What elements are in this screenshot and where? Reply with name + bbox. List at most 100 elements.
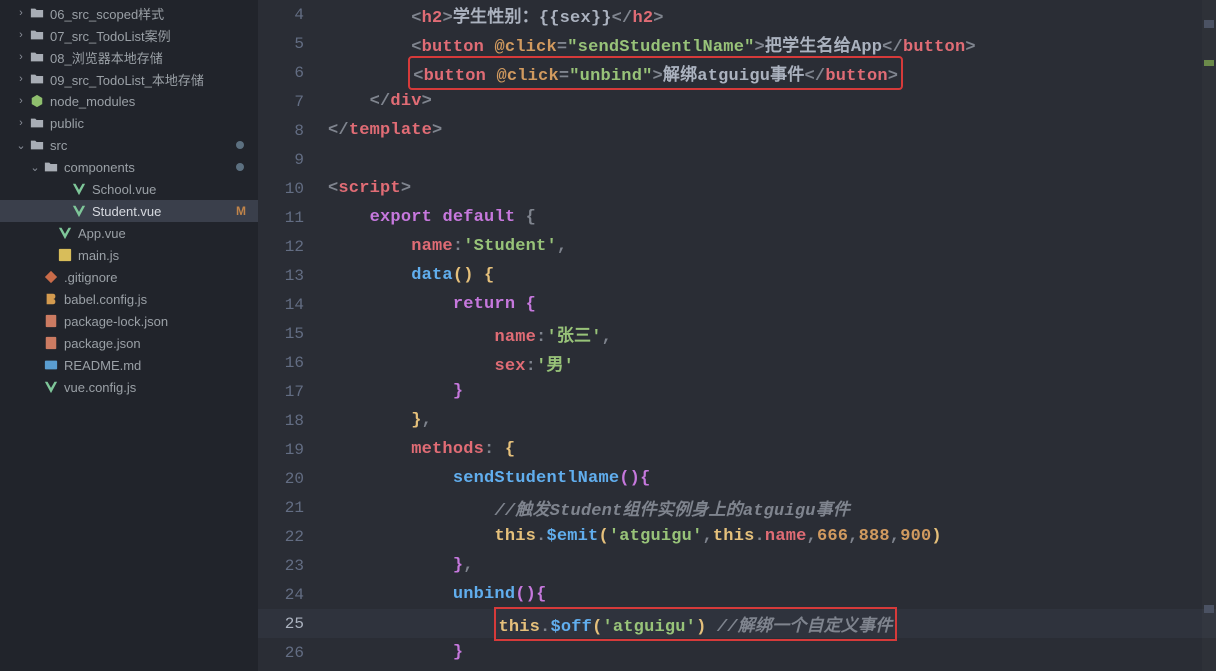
code-content[interactable]: this.$emit('atguigu',this.name,666,888,9… (328, 527, 942, 546)
code-line[interactable]: 11 export default { (258, 203, 1216, 232)
code-content[interactable]: <button @click="sendStudentlName">把学生名给A… (328, 31, 976, 57)
file-label: School.vue (92, 182, 156, 197)
line-number: 17 (258, 383, 328, 401)
sidebar-item-src[interactable]: ⌄src (0, 134, 258, 156)
code-content[interactable]: } (328, 382, 463, 401)
code-editor[interactable]: 4 <h2>学生性别：{{sex}}</h2>5 <button @click=… (258, 0, 1216, 671)
code-line[interactable]: 9 (258, 145, 1216, 174)
code-content[interactable]: </template> (328, 121, 442, 140)
code-line[interactable]: 10<script> (258, 174, 1216, 203)
chevron-icon[interactable]: › (14, 95, 28, 107)
line-number: 5 (258, 35, 328, 53)
sidebar-item-babel-config-js[interactable]: babel.config.js (0, 288, 258, 310)
line-number: 21 (258, 499, 328, 517)
code-content[interactable]: name:'张三', (328, 321, 612, 347)
chevron-icon[interactable]: › (14, 7, 28, 19)
code-line[interactable]: 23 }, (258, 551, 1216, 580)
code-tokens: sendStudentlName(){ (453, 469, 651, 488)
code-line[interactable]: 21 //触发Student组件实例身上的atguigu事件 (258, 493, 1216, 522)
sidebar-item-package-lock-json[interactable]: package-lock.json (0, 310, 258, 332)
code-content[interactable]: methods: { (328, 440, 515, 459)
folder-icon (28, 138, 46, 152)
code-line[interactable]: 18 }, (258, 406, 1216, 435)
code-line[interactable]: 26 } (258, 638, 1216, 667)
code-content[interactable]: } (328, 643, 463, 662)
code-content[interactable]: //触发Student组件实例身上的atguigu事件 (328, 495, 850, 521)
code-content[interactable]: <button @click="unbind">解绑atguigu事件</but… (328, 59, 900, 87)
code-line[interactable]: 6 <button @click="unbind">解绑atguigu事件</b… (258, 58, 1216, 87)
chevron-icon[interactable]: ⌄ (28, 161, 42, 174)
file-explorer[interactable]: ›06_src_scoped样式›07_src_TodoList案例›08_浏览… (0, 0, 258, 671)
folder-icon (28, 116, 46, 130)
code-content[interactable]: data() { (328, 266, 494, 285)
code-content[interactable]: name:'Student', (328, 237, 567, 256)
code-tokens: return { (453, 295, 536, 314)
code-line[interactable]: 25 this.$off('atguigu') //解绑一个自定义事件 (258, 609, 1216, 638)
code-content[interactable]: }, (328, 411, 432, 430)
code-line[interactable]: 8</template> (258, 116, 1216, 145)
code-tokens: export default { (370, 208, 536, 227)
code-line[interactable]: 24 unbind(){ (258, 580, 1216, 609)
code-content[interactable]: <script> (328, 179, 411, 198)
code-content[interactable]: sendStudentlName(){ (328, 469, 650, 488)
code-content[interactable]: }, (328, 556, 474, 575)
chevron-icon[interactable]: ⌄ (14, 139, 28, 152)
code-line[interactable]: 13 data() { (258, 261, 1216, 290)
code-content[interactable]: sex:'男' (328, 350, 574, 376)
file-label: package.json (64, 336, 141, 351)
line-number: 26 (258, 644, 328, 662)
line-number: 23 (258, 557, 328, 575)
modified-badge: M (236, 204, 250, 218)
code-tokens: unbind(){ (453, 585, 547, 604)
sidebar-item-09-src-todolist-[interactable]: ›09_src_TodoList_本地存储 (0, 68, 258, 90)
code-tokens: </template> (328, 121, 442, 140)
line-number: 24 (258, 586, 328, 604)
code-content[interactable]: </div> (328, 92, 432, 111)
sidebar-item-public[interactable]: ›public (0, 112, 258, 134)
code-content[interactable]: <h2>学生性别：{{sex}}</h2> (328, 2, 664, 28)
chevron-icon[interactable]: › (14, 51, 28, 63)
code-tokens: this.$off('atguigu') //解绑一个自定义事件 (494, 607, 896, 641)
code-line[interactable]: 19 methods: { (258, 435, 1216, 464)
sidebar-item-components[interactable]: ⌄components (0, 156, 258, 178)
dirty-dot (236, 141, 244, 149)
editor-scrollbar[interactable] (1202, 0, 1216, 671)
code-line[interactable]: 7 </div> (258, 87, 1216, 116)
sidebar-item-node-modules[interactable]: ›node_modules (0, 90, 258, 112)
sidebar-item-student-vue[interactable]: Student.vueM (0, 200, 258, 222)
code-content[interactable]: this.$off('atguigu') //解绑一个自定义事件 (328, 607, 897, 641)
code-line[interactable]: 22 this.$emit('atguigu',this.name,666,88… (258, 522, 1216, 551)
sidebar-item-school-vue[interactable]: School.vue (0, 178, 258, 200)
chevron-icon[interactable]: › (14, 29, 28, 41)
code-line[interactable]: 5 <button @click="sendStudentlName">把学生名… (258, 29, 1216, 58)
sidebar-item-readme-md[interactable]: README.md (0, 354, 258, 376)
sidebar-item-main-js[interactable]: main.js (0, 244, 258, 266)
code-line[interactable]: 15 name:'张三', (258, 319, 1216, 348)
sidebar-item-08-[interactable]: ›08_浏览器本地存储 (0, 46, 258, 68)
sidebar-item--gitignore[interactable]: .gitignore (0, 266, 258, 288)
line-number: 4 (258, 6, 328, 24)
line-number: 6 (258, 64, 328, 82)
sidebar-item-07-src-todolist-[interactable]: ›07_src_TodoList案例 (0, 24, 258, 46)
line-number: 19 (258, 441, 328, 459)
code-content[interactable]: unbind(){ (328, 585, 546, 604)
code-content[interactable]: export default { (328, 208, 536, 227)
code-tokens: <button @click="unbind">解绑atguigu事件</but… (411, 59, 900, 87)
code-line[interactable]: 4 <h2>学生性别：{{sex}}</h2> (258, 0, 1216, 29)
sidebar-item-06-src-scoped-[interactable]: ›06_src_scoped样式 (0, 2, 258, 24)
sidebar-item-vue-config-js[interactable]: vue.config.js (0, 376, 258, 398)
line-number: 9 (258, 151, 328, 169)
code-line[interactable]: 14 return { (258, 290, 1216, 319)
sidebar-item-package-json[interactable]: package.json (0, 332, 258, 354)
chevron-icon[interactable]: › (14, 117, 28, 129)
chevron-icon[interactable]: › (14, 73, 28, 85)
sidebar-item-app-vue[interactable]: App.vue (0, 222, 258, 244)
code-line[interactable]: 20 sendStudentlName(){ (258, 464, 1216, 493)
json-icon (42, 336, 60, 350)
vue-icon (56, 226, 74, 240)
code-line[interactable]: 12 name:'Student', (258, 232, 1216, 261)
code-line[interactable]: 16 sex:'男' (258, 348, 1216, 377)
code-line[interactable]: 17 } (258, 377, 1216, 406)
code-content[interactable]: return { (328, 295, 536, 314)
code-tokens: methods: { (411, 440, 515, 459)
